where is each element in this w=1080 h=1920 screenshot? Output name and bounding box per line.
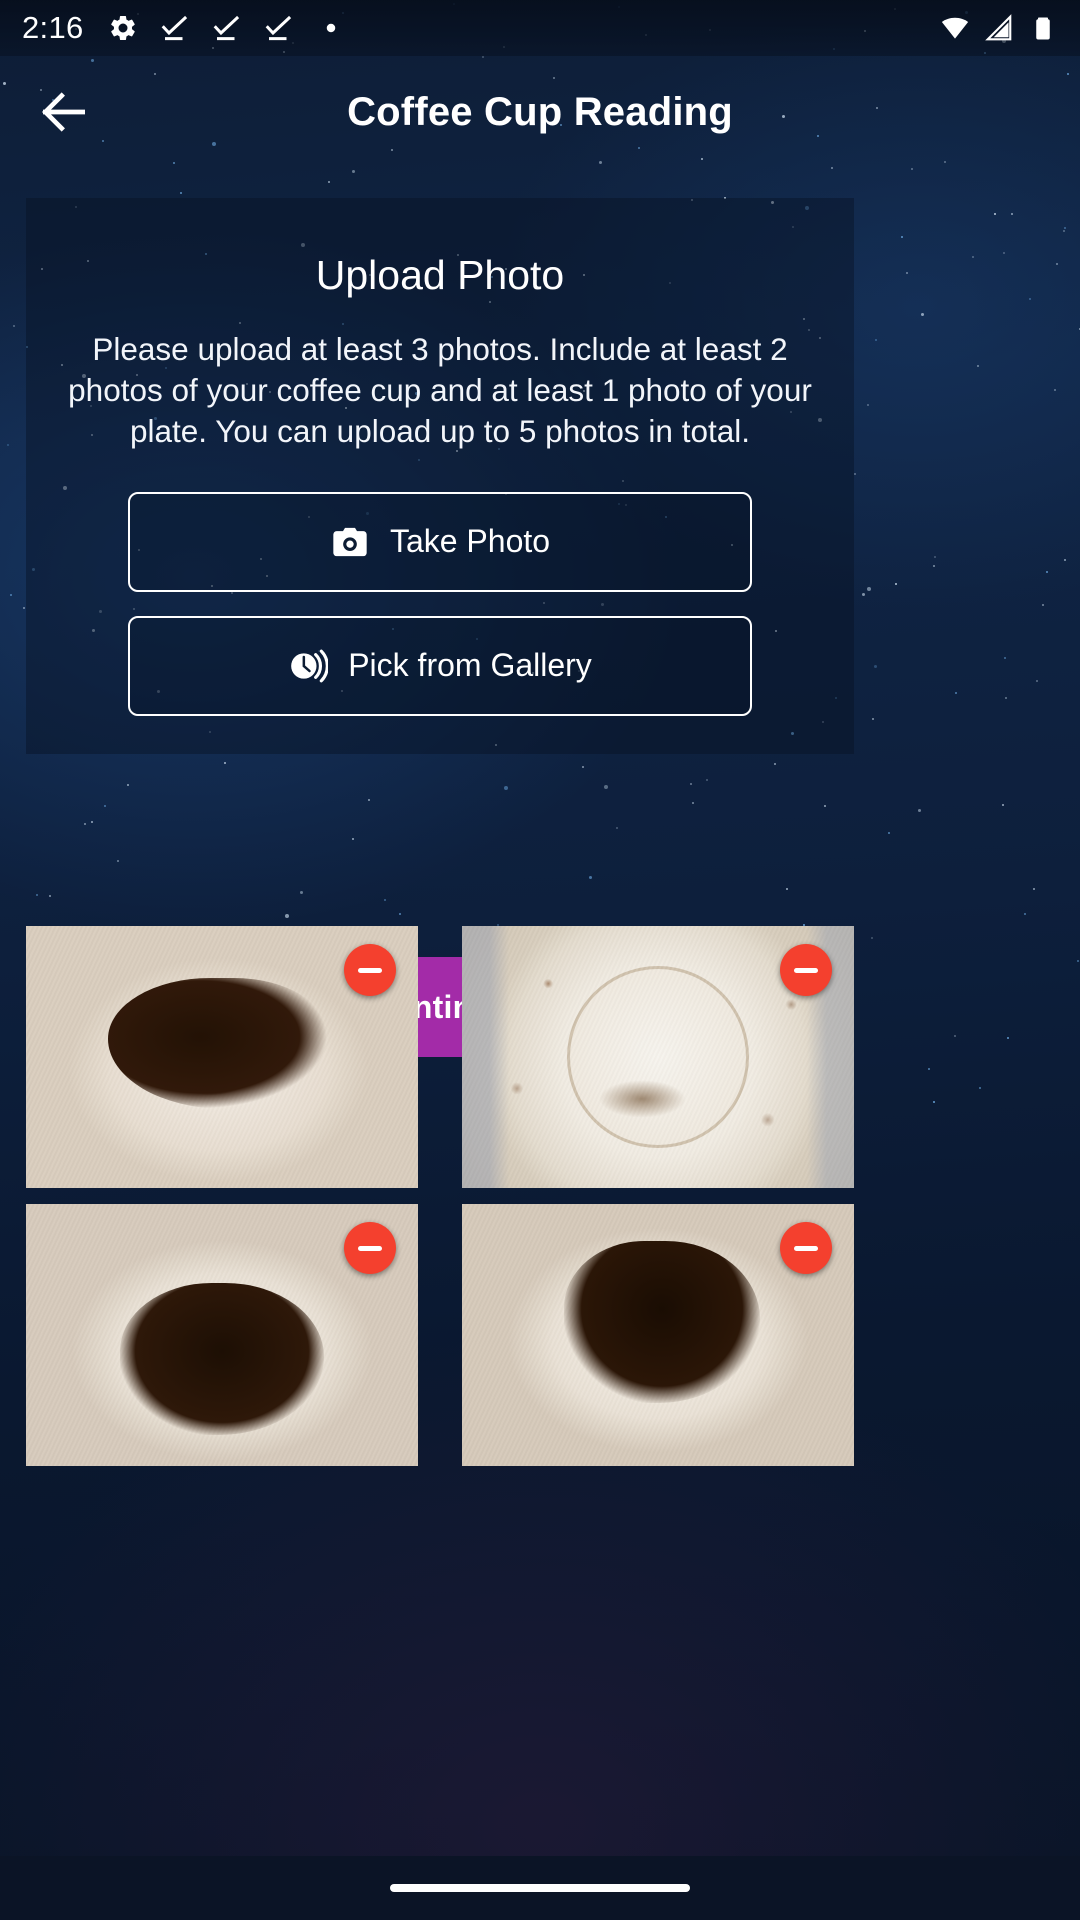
minus-icon (358, 967, 382, 973)
task-complete-icon (213, 15, 239, 41)
take-photo-button[interactable]: Take Photo (128, 491, 752, 592)
remove-photo-button[interactable] (780, 1222, 832, 1274)
status-bar: 2:16 (0, 0, 1080, 56)
dot-icon (326, 23, 335, 33)
app-root: 2:16 Coffee Cup Reading Upload Photo Ple… (0, 0, 1080, 1920)
app-bar: Coffee Cup Reading (0, 56, 1080, 168)
upload-card-title: Upload Photo (315, 252, 565, 298)
status-bar-system-icons (940, 13, 1058, 43)
camera-icon (333, 527, 367, 556)
photo-thumbnail[interactable] (26, 1204, 418, 1466)
back-button[interactable] (16, 64, 112, 160)
status-bar-notification-icons (108, 13, 346, 43)
minus-icon (794, 1245, 818, 1251)
uploaded-photos-grid (26, 926, 1054, 1466)
photo-library-icon (291, 649, 329, 683)
minus-icon (358, 1245, 382, 1251)
status-bar-clock: 2:16 (22, 10, 84, 45)
wifi-icon (941, 17, 969, 39)
main-content: Upload Photo Please upload at least 3 ph… (0, 168, 1080, 1920)
remove-photo-button[interactable] (344, 944, 396, 996)
back-arrow-icon (42, 92, 85, 132)
minus-icon (794, 967, 818, 973)
photo-thumbnail[interactable] (462, 1204, 854, 1466)
upload-card-description: Please upload at least 3 photos. Include… (68, 331, 812, 449)
photo-thumbnail[interactable] (462, 926, 854, 1188)
cellular-signal-icon (985, 14, 1012, 41)
gear-icon (110, 15, 135, 41)
upload-photo-card: Upload Photo Please upload at least 3 ph… (26, 198, 854, 754)
battery-icon (1036, 17, 1050, 40)
take-photo-label: Take Photo (389, 523, 551, 560)
pick-from-gallery-button[interactable]: Pick from Gallery (128, 615, 752, 716)
remove-photo-button[interactable] (344, 1222, 396, 1274)
task-complete-icon (265, 15, 291, 41)
photo-thumbnail[interactable] (26, 926, 418, 1188)
remove-photo-button[interactable] (780, 944, 832, 996)
task-complete-icon (161, 15, 187, 41)
home-indicator[interactable] (390, 1884, 690, 1892)
system-navigation-bar (0, 1856, 1080, 1920)
page-title: Coffee Cup Reading (347, 89, 733, 134)
pick-from-gallery-label: Pick from Gallery (348, 647, 592, 684)
